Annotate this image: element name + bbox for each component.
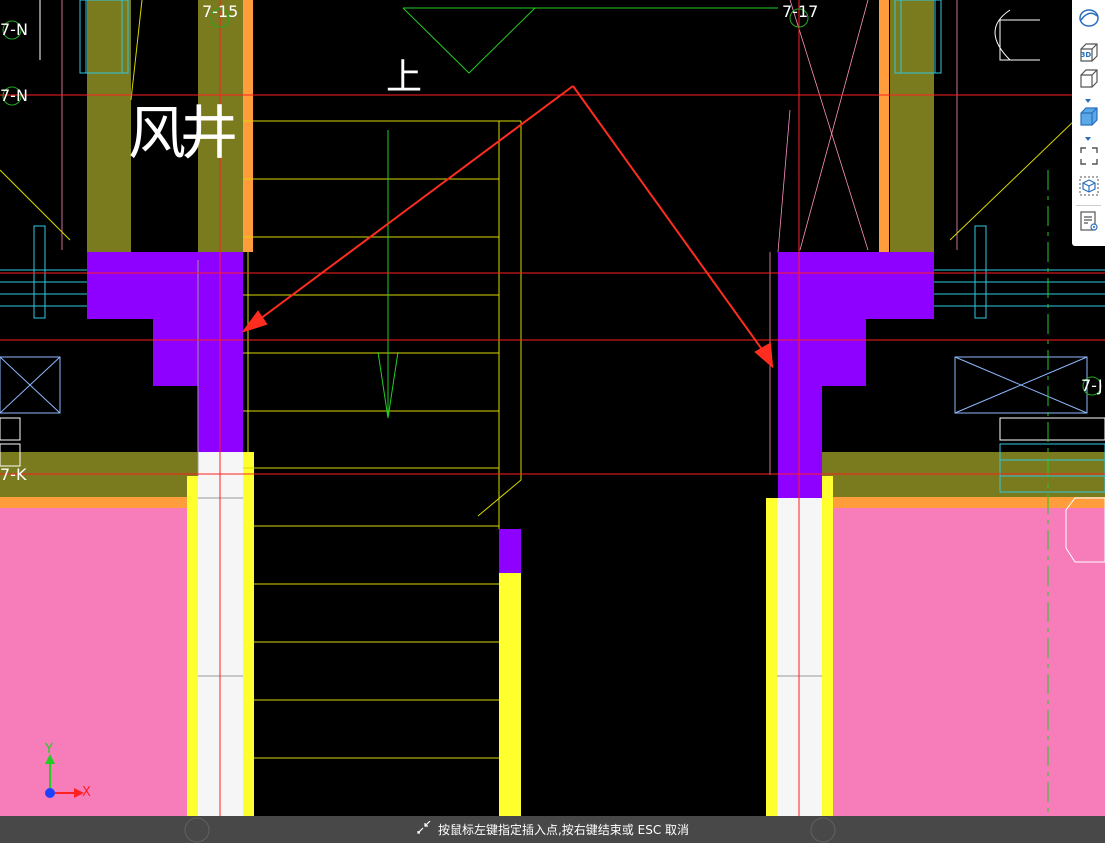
isolate-view-button[interactable]: [1076, 175, 1101, 200]
beam-left-orange[interactable]: [243, 0, 253, 252]
box-select-icon: [1078, 175, 1100, 201]
beam-left-bottom-orange[interactable]: [0, 497, 198, 508]
zoom-extents-button[interactable]: [1076, 145, 1101, 170]
ucs-x-label: X: [82, 785, 91, 800]
wall-right-horizontal[interactable]: [822, 452, 1105, 498]
column-stair-post[interactable]: [499, 529, 521, 573]
axis-label-right-row: 7-J: [1081, 376, 1103, 395]
column-right-lower: [798, 452, 822, 498]
beam-right-yellow-inner[interactable]: [766, 498, 777, 816]
wall-left-horizontal[interactable]: [0, 452, 198, 498]
pick-point-icon: [416, 820, 432, 838]
axis-label-left-row-1: 7-N: [0, 20, 28, 39]
command-prompt-text: 按鼠标左键指定插入点,按右键结束或 ESC 取消: [437, 823, 690, 837]
axis-label-top-left: 7-15: [202, 2, 239, 21]
beam-left-yellow-outer[interactable]: [187, 476, 198, 816]
cube-outline-icon: [1078, 68, 1100, 94]
ucs-icon: Y X: [36, 742, 100, 808]
view-3d-button[interactable]: 3D: [1076, 40, 1101, 65]
beam-right-orange[interactable]: [879, 0, 889, 252]
properties-view-button[interactable]: [1076, 210, 1101, 235]
axis-label-top-right: 7-17: [782, 2, 819, 21]
toolbar-divider: [1076, 205, 1101, 206]
view-solid-button[interactable]: [1076, 106, 1101, 131]
wall-left-vertical[interactable]: [87, 0, 131, 252]
view-cube-button[interactable]: [1076, 68, 1101, 93]
wall-right-vertical[interactable]: [890, 0, 934, 252]
ucs-y-label: Y: [45, 742, 53, 757]
zoom-extents-icon: [1078, 145, 1100, 171]
floor-slab-right[interactable]: [833, 498, 1105, 816]
cube-3d-icon: 3D: [1078, 42, 1100, 64]
view-3d-label: 3D: [1080, 50, 1092, 59]
axis-label-left-row-3: 7-K: [0, 465, 27, 484]
stair-up-label: 上: [386, 57, 423, 98]
beam-stair-yellow[interactable]: [499, 573, 521, 816]
orbit-icon: [1078, 7, 1100, 33]
shaft-label: 风井: [128, 99, 238, 167]
cube-solid-icon: [1078, 106, 1100, 132]
orbit-button[interactable]: [1076, 7, 1101, 32]
chevron-down-icon[interactable]: [1085, 99, 1091, 103]
view-toolbar: 3D: [1072, 0, 1105, 246]
beam-right-bottom-orange[interactable]: [833, 497, 1105, 508]
document-view-icon: [1078, 210, 1100, 236]
axis-label-left-row-2: 7-N: [0, 86, 28, 105]
chevron-down-icon[interactable]: [1085, 137, 1091, 141]
beam-left-yellow-inner[interactable]: [243, 452, 254, 816]
beam-right-yellow-outer[interactable]: [822, 476, 833, 816]
command-prompt-bar: 按鼠标左键指定插入点,按右键结束或 ESC 取消: [0, 816, 1105, 843]
